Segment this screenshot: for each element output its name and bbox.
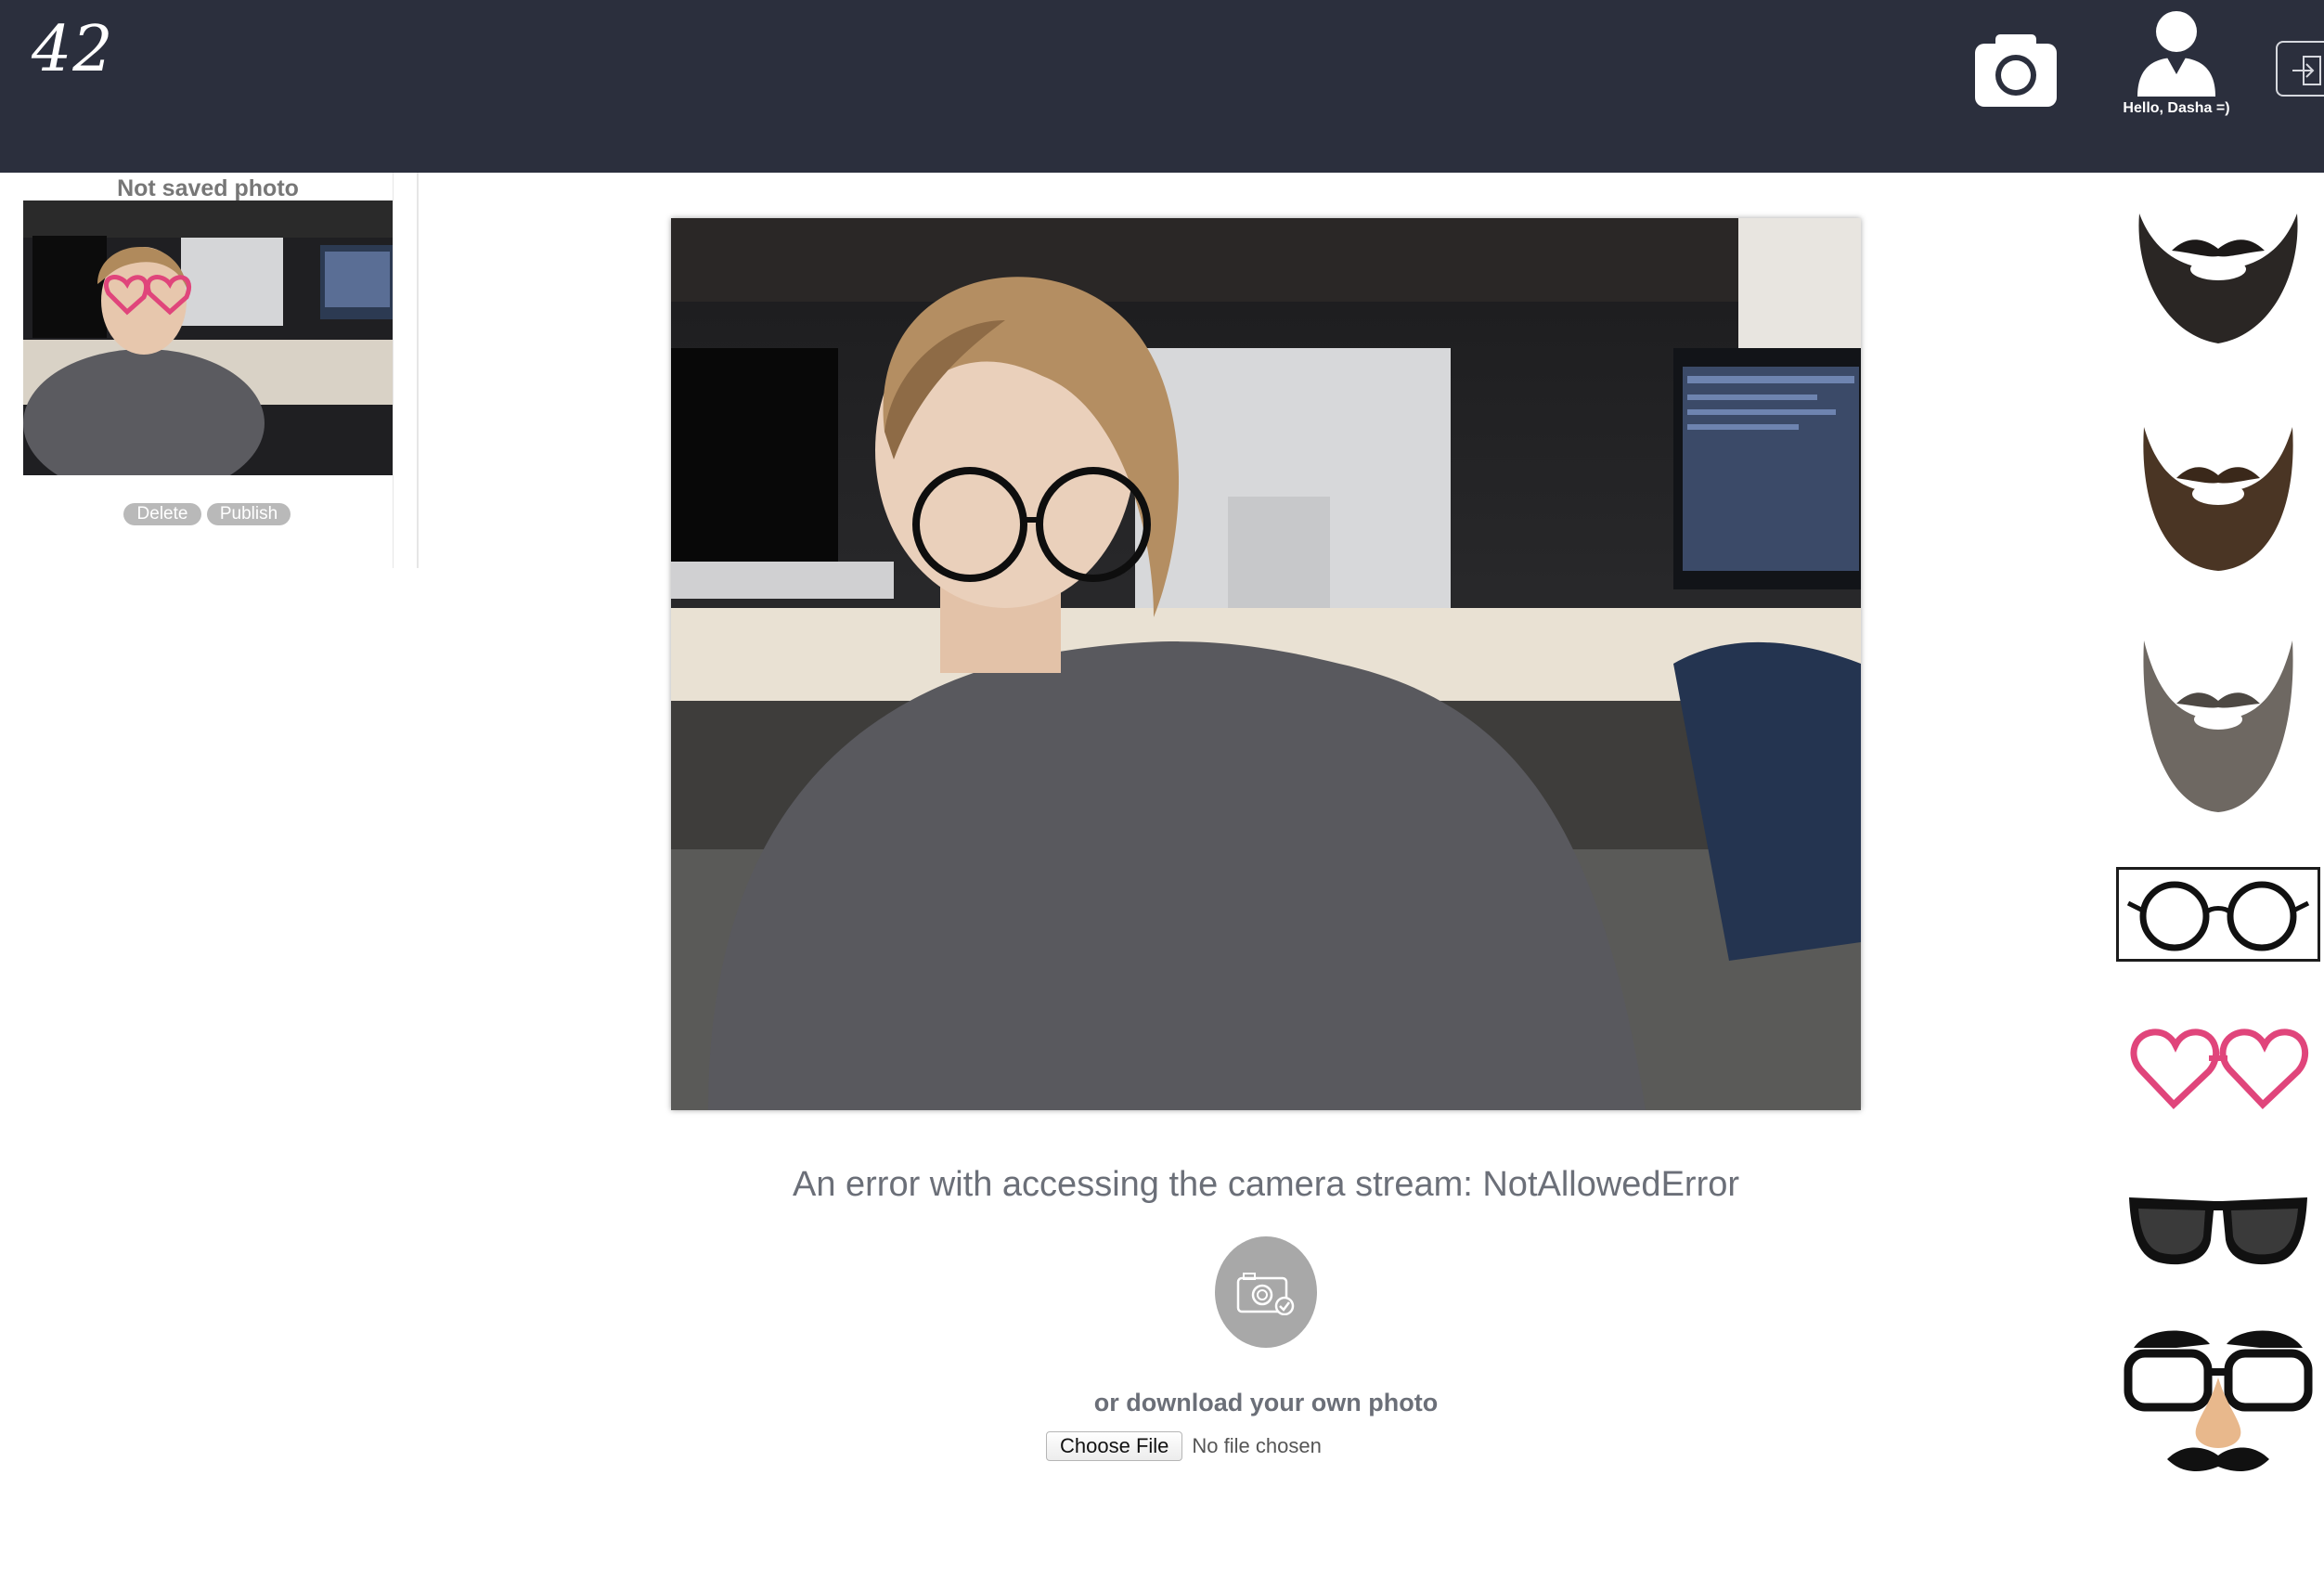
camera-button[interactable]: [1975, 32, 2057, 107]
user-menu[interactable]: Hello, Dasha =): [2107, 7, 2246, 128]
preview-image: [671, 218, 1861, 1110]
top-bar: 42 Hello, Dasha =): [0, 0, 2324, 173]
file-status-text: No file chosen: [1192, 1434, 1322, 1457]
beard-grey-icon: [2143, 640, 2293, 812]
sticker-beard-grey[interactable]: [2116, 631, 2320, 817]
user-icon: [2137, 11, 2215, 97]
sunglasses-icon: [2129, 1197, 2307, 1265]
groucho-glasses-icon: [2124, 1330, 2313, 1471]
gallery-card: Not saved photo Delete Publish: [23, 173, 394, 568]
beard-brown-icon: [2143, 427, 2293, 571]
sticker-round-glasses[interactable]: [2116, 867, 2320, 962]
sticker-heart-glasses[interactable]: [2116, 1021, 2320, 1123]
app-logo[interactable]: 42: [32, 13, 114, 87]
sticker-groucho-glasses[interactable]: [2116, 1320, 2320, 1487]
camera-check-icon: [1236, 1273, 1295, 1315]
logout-icon: [2292, 56, 2321, 85]
publish-button[interactable]: Publish: [207, 503, 290, 525]
download-prompt: or download your own photo: [1093, 1389, 1439, 1416]
heart-glasses-icon: [2130, 1028, 2309, 1109]
sticker-beard-dark[interactable]: [2116, 195, 2320, 353]
file-upload: Choose File No file chosen: [1046, 1430, 1322, 1462]
thumbnail-image: [23, 200, 393, 475]
gallery-title: Not saved photo: [117, 175, 299, 201]
camera-error-message: An error with accessing the camera strea…: [792, 1165, 1740, 1204]
camera-icon: [1975, 34, 2057, 107]
sticker-sunglasses[interactable]: [2116, 1188, 2320, 1281]
snapshot-button[interactable]: [1215, 1236, 1317, 1348]
sticker-panel: [2116, 186, 2324, 1485]
choose-file-button[interactable]: Choose File: [1046, 1431, 1183, 1461]
camera-preview: [671, 218, 1861, 1110]
delete-button[interactable]: Delete: [123, 503, 201, 525]
round-glasses-icon: [2126, 881, 2310, 951]
beard-dark-icon: [2138, 213, 2298, 343]
thumbnail-actions: Delete Publish: [123, 503, 290, 525]
sticker-beard-brown[interactable]: [2116, 408, 2320, 576]
logout-button[interactable]: [2276, 41, 2324, 97]
user-greeting: Hello, Dasha =): [2123, 100, 2230, 116]
photo-thumbnail[interactable]: [23, 200, 393, 475]
photo-gallery: Not saved photo Delete Publish: [0, 173, 419, 568]
